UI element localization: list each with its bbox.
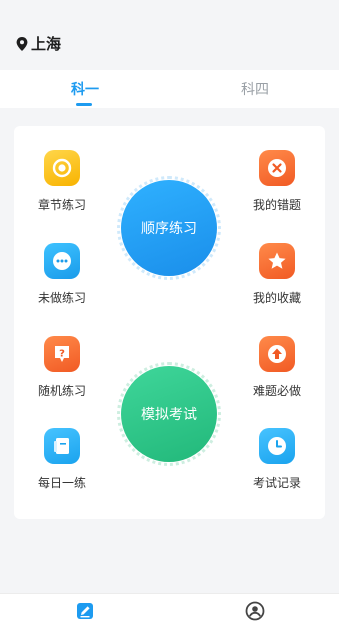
star-icon (259, 243, 295, 279)
daily-practice-button[interactable]: 每日一练 (22, 428, 102, 498)
nav-profile[interactable] (242, 598, 268, 624)
random-practice-label: 随机练习 (37, 384, 86, 398)
mock-exam-button[interactable]: 模拟考试 (121, 366, 217, 462)
order-practice-label: 顺序练习 (141, 221, 197, 237)
nav-practice[interactable] (72, 598, 98, 624)
location-pin-icon (16, 36, 28, 51)
clock-icon (259, 428, 295, 464)
daily-practice-label: 每日一练 (37, 476, 86, 490)
undone-practice-label: 未做练习 (37, 291, 86, 305)
header: 上海 (0, 0, 339, 70)
city-label: 上海 (31, 35, 62, 53)
hard-questions-button[interactable]: 难题必做 (237, 336, 317, 406)
undone-practice-button[interactable]: 未做练习 (22, 243, 102, 313)
svg-text:?: ? (59, 349, 65, 360)
chat-dots-icon (44, 243, 80, 279)
active-tab-indicator (76, 103, 92, 106)
mock-exam-label: 模拟考试 (141, 407, 197, 423)
edit-icon (77, 603, 93, 619)
practice-card: 章节练习 未做练习 ? 随机练习 每日一练 我的错题 我的收藏 难题必做 考试记… (14, 126, 325, 519)
my-mistakes-button[interactable]: 我的错题 (237, 150, 317, 220)
tab-subject-four[interactable]: 科四 (170, 70, 339, 108)
order-practice-button[interactable]: 顺序练习 (121, 180, 217, 276)
exam-records-button[interactable]: 考试记录 (237, 428, 317, 498)
app-screen: 上海 科一 科四 章节练习 未做练习 ? 随机练习 每日一练 我的错题 我的收藏… (0, 0, 339, 627)
notebook-icon (44, 428, 80, 464)
arrow-up-icon (259, 336, 295, 372)
hard-questions-label: 难题必做 (252, 384, 301, 398)
bottom-nav (0, 593, 339, 627)
exam-records-label: 考试记录 (252, 476, 301, 490)
my-favorites-label: 我的收藏 (252, 291, 301, 305)
random-practice-button[interactable]: ? 随机练习 (22, 336, 102, 406)
location-selector[interactable]: 上海 (16, 33, 61, 54)
chapter-practice-button[interactable]: 章节练习 (22, 150, 102, 220)
my-favorites-button[interactable]: 我的收藏 (237, 243, 317, 313)
subject-tabs: 科一 科四 (0, 70, 339, 108)
ring-icon (44, 150, 80, 186)
question-icon: ? (44, 336, 80, 372)
close-circle-icon (259, 150, 295, 186)
chapter-practice-label: 章节练习 (37, 198, 86, 212)
my-mistakes-label: 我的错题 (252, 198, 301, 212)
profile-icon (245, 601, 265, 621)
